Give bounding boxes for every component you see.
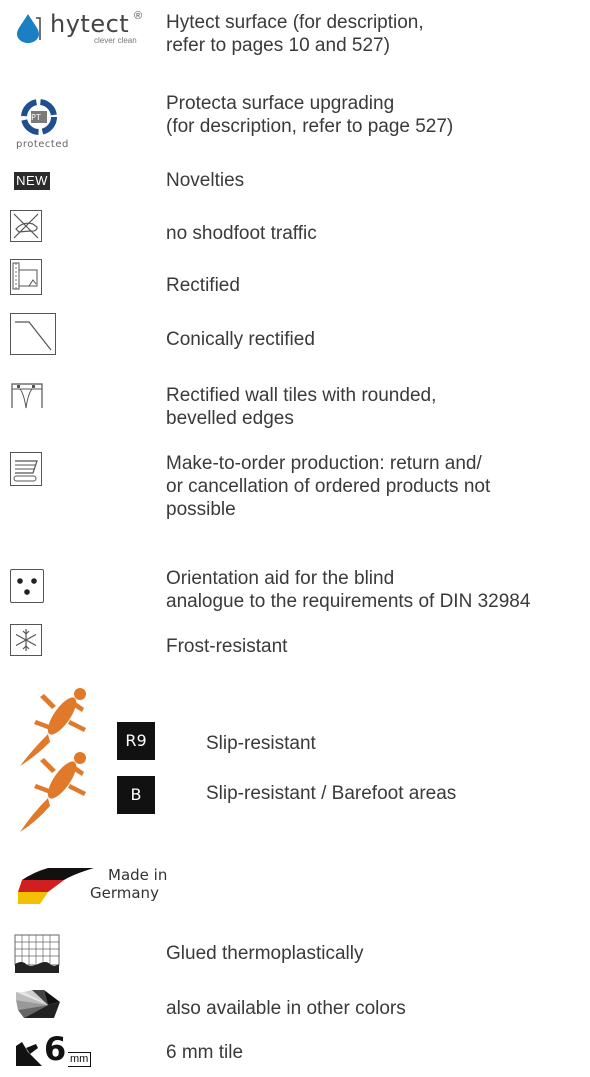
shodfoot-label: no shodfoot traffic <box>166 223 317 244</box>
gecko-icon <box>20 752 86 832</box>
hytect-logo-tagline: clever clean <box>94 36 137 45</box>
colors-label: also available in other colors <box>166 998 406 1019</box>
slip-r9-label: Slip-resistant <box>206 733 316 754</box>
water-drop-icon <box>17 14 41 43</box>
slip-b-label: Slip-resistant / Barefoot areas <box>206 783 457 804</box>
glued-label: Glued thermoplastically <box>166 943 364 964</box>
orientation-description: Orientation aid for the blind analogue to… <box>166 568 531 612</box>
frost-label: Frost-resistant <box>166 636 288 657</box>
hytect-description: Hytect surface (for description, refer to… <box>166 12 424 56</box>
color-fan-icon <box>16 990 60 1018</box>
braille-dots-icon <box>10 569 44 603</box>
protected-badge-text: PT <box>31 113 41 122</box>
hytect-logo-word: hytect <box>50 10 130 38</box>
snowflake-icon <box>10 624 42 656</box>
protecta-description: Protecta surface upgrading (for descripti… <box>166 93 454 137</box>
german-flag-icon <box>18 868 94 904</box>
novelties-label: Novelties <box>166 170 245 191</box>
hytect-registered-mark: ® <box>134 10 143 22</box>
made-in-germany-text: Made in Germany <box>90 866 168 902</box>
conical-rectified-icon <box>10 313 56 355</box>
b-rating-badge: B <box>117 776 155 814</box>
tile-6mm-label: 6 mm tile <box>166 1042 244 1063</box>
conical-label: Conically rectified <box>166 329 315 350</box>
bevelled-edge-icon <box>11 383 43 409</box>
r9-rating-badge: R9 <box>117 722 155 760</box>
production-belt-icon <box>10 452 42 486</box>
no-shoe-icon <box>10 210 42 242</box>
rectified-label: Rectified <box>166 275 240 296</box>
make-to-order-description: Make-to-order production: return and/or … <box>166 453 491 520</box>
tile-thickness-unit: mm <box>68 1052 92 1067</box>
rectified-icon <box>10 259 42 295</box>
gecko-mark-icon <box>16 1042 42 1066</box>
tile-thickness-digit: 6 <box>44 1030 67 1068</box>
wall-tiles-description: Rectified wall tiles with rounded, bevell… <box>166 385 437 429</box>
mosaic-grid-icon <box>14 934 60 973</box>
new-badge: NEW <box>14 172 50 190</box>
protected-caption: protected <box>16 139 69 150</box>
